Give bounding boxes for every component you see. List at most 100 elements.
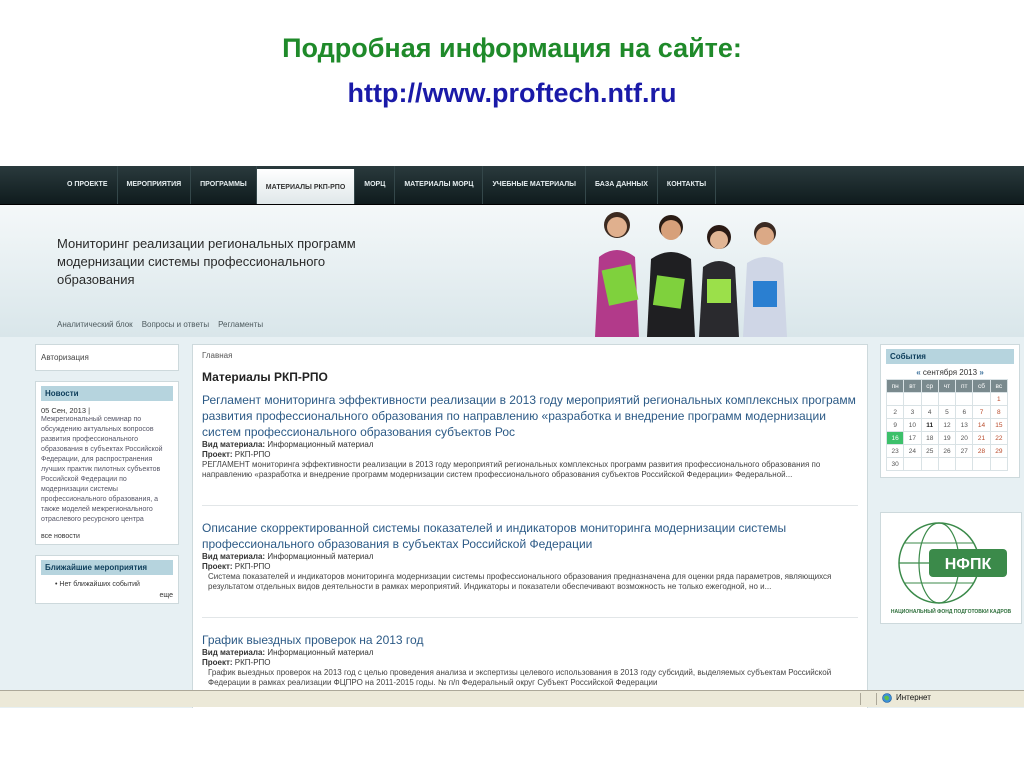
month-label: сентября 2013 xyxy=(922,368,978,377)
calendar-weekday: вт xyxy=(903,379,922,393)
site-title: Мониторинг реализации региональных прогр… xyxy=(57,236,356,287)
calendar-month: « сентября 2013 » xyxy=(886,368,1014,377)
calendar-day[interactable]: 19 xyxy=(937,431,957,445)
calendar-weekday: пт xyxy=(955,379,974,393)
calendar-day[interactable]: 1 xyxy=(989,392,1009,406)
calendar-weekday: чт xyxy=(937,379,957,393)
news-item-link[interactable]: Межрегиональный семинар по обсуждению ак… xyxy=(41,415,173,525)
calendar-day[interactable]: 23 xyxy=(885,444,905,458)
calendar-day xyxy=(972,392,991,406)
article-divider xyxy=(202,617,858,618)
events-calendar: События « сентября 2013 » пн вт ср чт пт сб вс… xyxy=(880,344,1020,478)
calendar-weekday: вс xyxy=(989,379,1009,393)
nav-item-5[interactable]: МОРЦ xyxy=(355,166,396,204)
calendar-day[interactable]: 12 xyxy=(937,418,957,432)
calendar-day xyxy=(920,457,939,471)
right-column: События « сентября 2013 » пн вт ср чт пт сб вс… xyxy=(880,344,1022,624)
calendar-day[interactable]: 30 xyxy=(885,457,905,471)
events-item: • Нет ближайших событий xyxy=(55,581,140,588)
nav-item-1[interactable]: О ПРОЕКТЕ xyxy=(58,166,118,204)
nav-item-6[interactable]: МАТЕРИАЛЫ МОРЦ xyxy=(395,166,484,204)
calendar-day[interactable]: 7 xyxy=(972,405,991,419)
nav-item-2[interactable]: МЕРОПРИЯТИЯ xyxy=(118,166,192,204)
calendar-day[interactable]: 8 xyxy=(989,405,1009,419)
all-news-link[interactable]: все новости xyxy=(41,533,173,540)
events-box: Ближайшие мероприятия • Нет ближайших со… xyxy=(35,555,179,604)
security-zone: Интернет xyxy=(896,693,931,702)
calendar-day[interactable]: 18 xyxy=(920,431,939,445)
calendar-day[interactable]: 24 xyxy=(903,444,922,458)
article-3: График выездных проверок на 2013 год Вид… xyxy=(202,632,862,688)
calendar-day[interactable]: 28 xyxy=(972,444,991,458)
nav-item-7[interactable]: УЧЕБНЫЕ МАТЕРИАЛЫ xyxy=(483,166,587,204)
calendar-weekday: пн xyxy=(885,379,905,393)
status-divider xyxy=(876,693,877,705)
link-analytics[interactable]: Аналитический блок xyxy=(57,320,133,329)
calendar-day xyxy=(989,457,1009,471)
status-divider xyxy=(860,693,861,705)
calendar-day[interactable]: 20 xyxy=(955,431,974,445)
nfpk-logo-box[interactable]: НФПК НАЦИОНАЛЬНЫЙ ФОНД ПОДГОТОВКИ КАДРОВ xyxy=(880,512,1022,624)
calendar-day[interactable]: 14 xyxy=(972,418,991,432)
article-project: Проект: РКП-РПО xyxy=(202,658,271,667)
calendar-day[interactable]: 9 xyxy=(885,418,905,432)
events-heading: Ближайшие мероприятия xyxy=(41,560,173,575)
calendar-day[interactable]: 10 xyxy=(903,418,922,432)
calendar-day[interactable]: 15 xyxy=(989,418,1009,432)
calendar-day[interactable]: 21 xyxy=(972,431,991,445)
calendar-day xyxy=(903,392,922,406)
prev-month-button[interactable]: « xyxy=(916,368,920,377)
article-project: Проект: РКП-РПО xyxy=(202,450,271,459)
calendar-day xyxy=(972,457,991,471)
nav-menu: О ПРОЕКТЕ МЕРОПРИЯТИЯ ПРОГРАММЫ МАТЕРИАЛЫ Р… xyxy=(58,166,717,204)
calendar-day[interactable]: 26 xyxy=(937,444,957,458)
next-month-button[interactable]: » xyxy=(979,368,983,377)
auth-box[interactable]: Авторизация xyxy=(35,344,179,371)
breadcrumb[interactable]: Главная xyxy=(202,351,232,360)
internet-globe-icon xyxy=(882,693,892,703)
auth-link[interactable]: Авторизация xyxy=(41,353,89,362)
logo-text: НФПК xyxy=(945,556,992,573)
link-regulations[interactable]: Регламенты xyxy=(218,320,263,329)
nav-item-9[interactable]: КОНТАКТЫ xyxy=(658,166,717,204)
calendar-day[interactable]: 6 xyxy=(955,405,974,419)
calendar-day[interactable]: 29 xyxy=(989,444,1009,458)
banner-links: Аналитический блок Вопросы и ответы Регл… xyxy=(57,320,263,329)
calendar-day[interactable]: 11 xyxy=(920,418,939,432)
events-more-link[interactable]: еще xyxy=(41,592,173,599)
students-photo xyxy=(595,212,787,337)
nav-item-4[interactable]: МАТЕРИАЛЫ РКП-РПО xyxy=(256,169,356,204)
article-type: Вид материала: Информационный материал xyxy=(202,552,374,561)
calendar-day[interactable]: 4 xyxy=(920,405,939,419)
website-screenshot: О ПРОЕКТЕ МЕРОПРИЯТИЯ ПРОГРАММЫ МАТЕРИАЛЫ Р… xyxy=(0,166,1024,708)
calendar-day[interactable]: 25 xyxy=(920,444,939,458)
page-title: Материалы РКП-РПО xyxy=(202,370,328,384)
calendar-day[interactable]: 13 xyxy=(955,418,974,432)
calendar-day[interactable]: 2 xyxy=(885,405,905,419)
nav-item-8[interactable]: БАЗА ДАННЫХ xyxy=(586,166,658,204)
news-heading: Новости xyxy=(41,386,173,401)
calendar-day[interactable]: 3 xyxy=(903,405,922,419)
slide-url: http://www.proftech.ntf.ru xyxy=(347,78,677,108)
article-description: РЕГЛАМЕНТ мониторинга эффективности реал… xyxy=(202,460,821,479)
header-banner: Мониторинг реализации региональных прогр… xyxy=(0,205,1024,337)
article-1: Регламент мониторинга эффективности реал… xyxy=(202,392,862,480)
nav-item-3[interactable]: ПРОГРАММЫ xyxy=(191,166,257,204)
article-title-link[interactable]: Описание скорректированной системы показ… xyxy=(202,520,862,552)
calendar-day xyxy=(937,392,957,406)
left-column: Авторизация Новости 05 Сен, 2013 | Межре… xyxy=(35,344,179,614)
calendar-day[interactable]: 17 xyxy=(903,431,922,445)
calendar-day[interactable]: 5 xyxy=(937,405,957,419)
calendar-day xyxy=(955,457,974,471)
link-faq[interactable]: Вопросы и ответы xyxy=(142,320,209,329)
calendar-day[interactable]: 16 xyxy=(885,431,905,445)
calendar-heading: События xyxy=(886,349,1014,364)
article-project: Проект: РКП-РПО xyxy=(202,562,271,571)
article-title-link[interactable]: График выездных проверок на 2013 год xyxy=(202,632,862,648)
calendar-day[interactable]: 22 xyxy=(989,431,1009,445)
top-navigation: О ПРОЕКТЕ МЕРОПРИЯТИЯ ПРОГРАММЫ МАТЕРИАЛЫ Р… xyxy=(0,166,1024,205)
news-date: 05 Сен, 2013 | xyxy=(41,406,91,415)
article-divider xyxy=(202,505,858,506)
article-title-link[interactable]: Регламент мониторинга эффективности реал… xyxy=(202,392,862,440)
calendar-day[interactable]: 27 xyxy=(955,444,974,458)
